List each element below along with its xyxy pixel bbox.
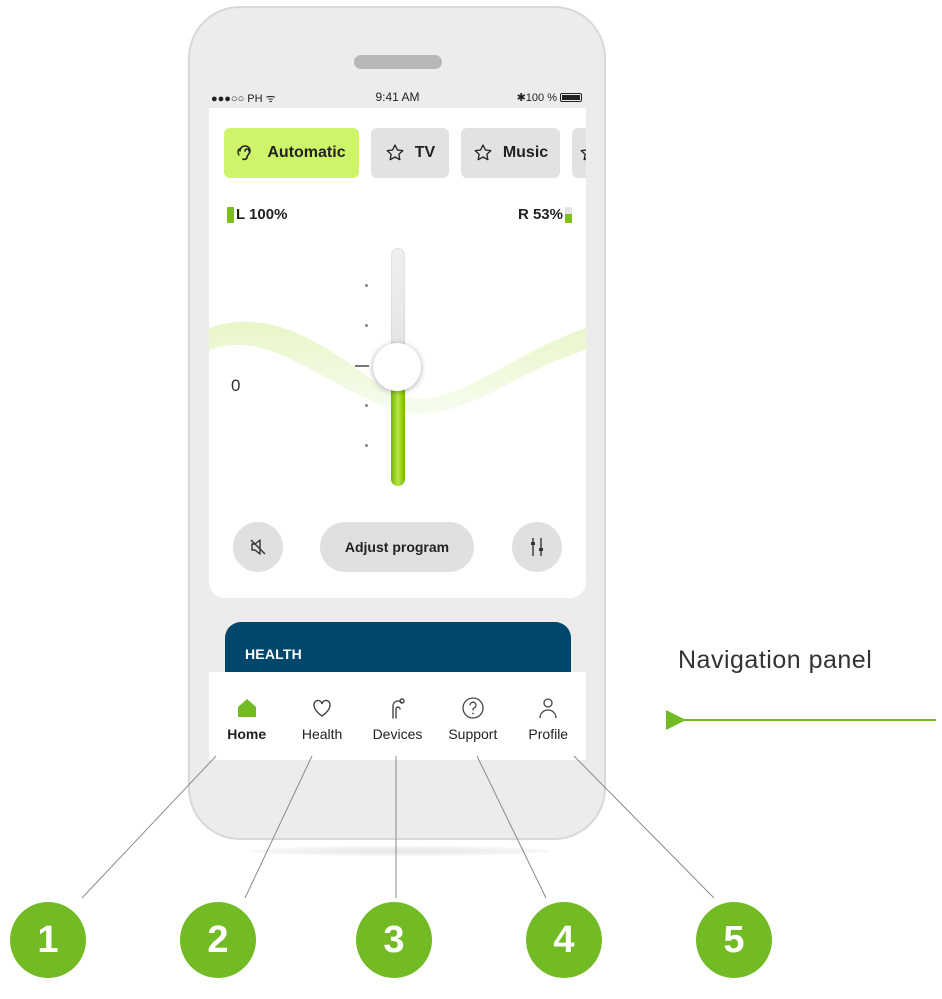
- callout-badge: 3: [356, 902, 432, 978]
- tab-more-partial[interactable]: [572, 128, 586, 178]
- nav-health[interactable]: Health: [285, 672, 360, 742]
- scale-tick-center: [355, 365, 369, 367]
- navigation-panel: Home Health Devices Support Profile: [209, 672, 586, 760]
- sliders-icon: [531, 538, 543, 556]
- nav-home[interactable]: Home: [209, 672, 284, 742]
- tab-tv[interactable]: TV: [371, 128, 449, 178]
- phone-shadow: [250, 846, 550, 856]
- ear-icon: [237, 145, 252, 161]
- callout-badge: 2: [180, 902, 256, 978]
- star-icon: [474, 144, 492, 161]
- right-battery-icon: [565, 206, 572, 223]
- left-battery-icon: [227, 206, 234, 223]
- equalizer-button[interactable]: [512, 522, 562, 572]
- tab-label: TV: [414, 144, 436, 161]
- nav-devices[interactable]: Devices: [360, 672, 435, 742]
- nav-profile[interactable]: Profile: [511, 672, 586, 742]
- scale-tick: [365, 284, 368, 287]
- person-icon: [539, 698, 557, 719]
- left-battery: L 100%: [227, 206, 287, 223]
- mute-button[interactable]: [233, 522, 283, 572]
- callout-badge: 1: [10, 902, 86, 978]
- annotation-label: Navigation panel: [678, 646, 873, 674]
- status-battery: ✱100 %: [517, 91, 582, 104]
- question-icon: [462, 697, 484, 719]
- scale-tick: [365, 444, 368, 447]
- remote-control-card: Automatic TV Music L 100% R 53% 0 Adjust…: [209, 108, 586, 598]
- right-battery-label: R 53%: [517, 206, 563, 223]
- tab-music[interactable]: Music: [461, 128, 560, 178]
- status-bar: ●●●○○ PH ᯤ 9:41 AM ✱100 %: [209, 86, 586, 108]
- nav-label: Devices: [372, 726, 423, 742]
- scale-tick: [365, 404, 368, 407]
- speaker-mute-icon: [250, 539, 266, 555]
- nav-label: Support: [448, 726, 498, 742]
- star-icon: [386, 144, 404, 161]
- tab-automatic[interactable]: Automatic: [224, 128, 359, 178]
- right-battery: R 53%: [518, 206, 572, 223]
- battery-percent: ✱100 %: [516, 92, 557, 104]
- callout-badge: 5: [696, 902, 772, 978]
- tab-label: Music: [502, 144, 549, 161]
- phone-speaker: [354, 55, 442, 69]
- phone-screen: ●●●○○ PH ᯤ 9:41 AM ✱100 % Automatic TV M…: [209, 86, 586, 760]
- health-card-title: HEALTH: [245, 646, 302, 662]
- nav-label: Profile: [528, 726, 569, 742]
- heart-icon: [313, 699, 331, 717]
- home-icon: [237, 699, 256, 717]
- star-icon: [580, 149, 586, 161]
- nav-support[interactable]: Support: [435, 672, 510, 742]
- adjust-program-button[interactable]: Adjust program: [320, 522, 474, 572]
- volume-value: 0: [231, 376, 241, 395]
- battery-icon: [560, 93, 582, 102]
- left-battery-label: L 100%: [236, 206, 288, 223]
- program-tabs: Automatic TV Music: [224, 128, 586, 178]
- hearing-aid-icon: [392, 698, 406, 719]
- callout-badge: 4: [526, 902, 602, 978]
- tab-label: Automatic: [267, 144, 346, 161]
- nav-label: Health: [301, 726, 343, 742]
- nav-label: Home: [227, 726, 267, 742]
- scale-tick: [365, 324, 368, 327]
- volume-slider-handle[interactable]: [373, 343, 421, 391]
